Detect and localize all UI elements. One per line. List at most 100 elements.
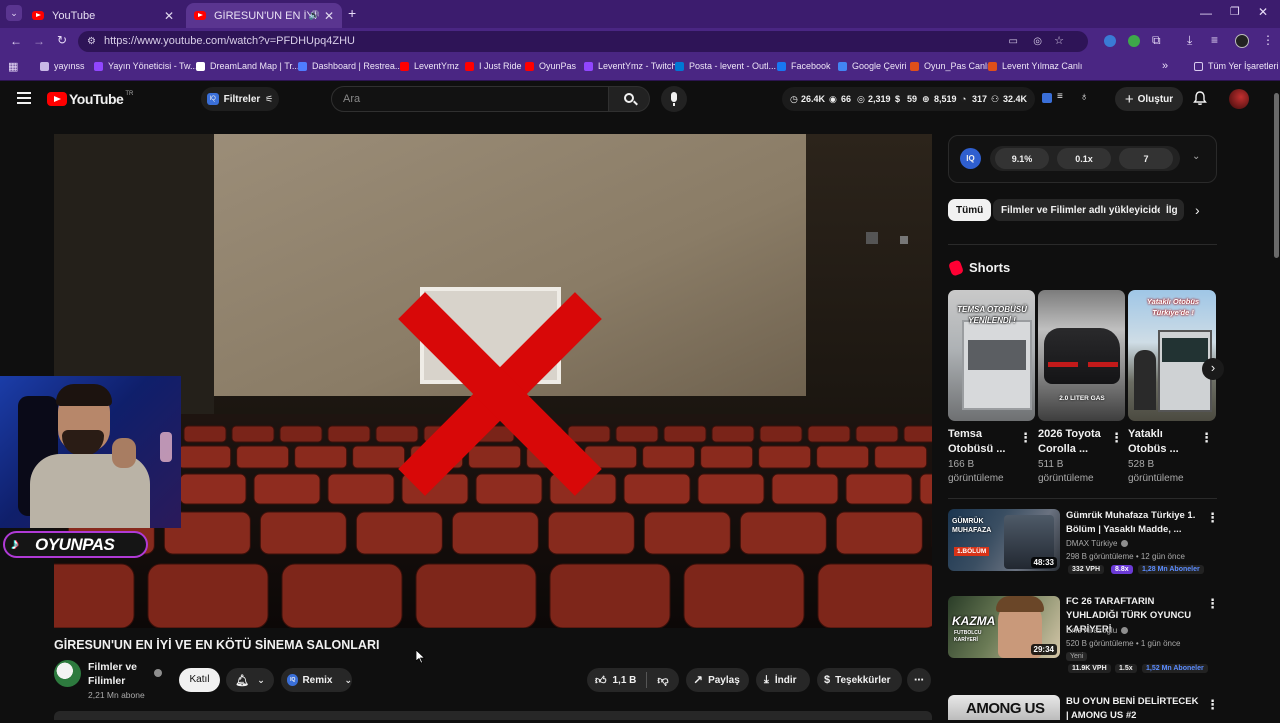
share-button[interactable]: ↗ Paylaş [686, 668, 749, 692]
chip-related[interactable]: İlg [1160, 199, 1184, 221]
seat [231, 425, 275, 443]
seat [279, 425, 323, 443]
bookmark-item[interactable]: yayınss [40, 61, 85, 71]
iq-expand-chevron-icon[interactable]: ⌄ [1192, 151, 1200, 162]
bookmark-item[interactable]: Google Çeviri [838, 61, 907, 71]
short-thumb-2[interactable]: 2.0 LITER GAS [1038, 290, 1125, 421]
dislike-button[interactable]: 👎︎ [657, 674, 668, 687]
like-button[interactable]: 👍︎ 1,1 B [587, 674, 636, 687]
bookmark-item[interactable]: Posta - levent - Outl... [675, 61, 776, 71]
iq-extension-icon[interactable] [1042, 93, 1052, 103]
download-icon[interactable]: ⤓ [1187, 33, 1192, 48]
tab-close-icon[interactable]: ✕ [324, 9, 334, 23]
rec-thumb-1[interactable]: GÜMRÜK MUHAFAZA 1.BÖLÜM 48:33 [948, 509, 1060, 571]
seat [375, 425, 419, 443]
youtube-logo[interactable]: YouTube TR [47, 91, 133, 107]
rec-channel-1[interactable]: DMAX Türkiye [1066, 539, 1129, 548]
seat [147, 563, 269, 628]
profile-avatar[interactable] [1235, 34, 1249, 48]
short-thumb-3[interactable]: Yataklı Otobüs Türkiye'de ! [1128, 290, 1216, 421]
short-title-1[interactable]: Temsa Otobüsü ... [948, 427, 1010, 457]
video-player[interactable] [54, 134, 932, 628]
create-button[interactable]: + Oluştur [1115, 87, 1183, 111]
channel-name[interactable]: Filmler ve Filimler [88, 660, 150, 688]
rec-thumb-3[interactable]: AMONG US [948, 695, 1060, 720]
reload-icon[interactable]: ↻ [57, 33, 67, 47]
bookmark-item[interactable]: DreamLand Map | Tr... [196, 61, 299, 71]
eye-off-icon[interactable]: ◎ [1033, 31, 1042, 52]
rec-title-3[interactable]: BU OYUN BENİ DELİRTECEK | AMONG US #2 [1066, 695, 1201, 723]
download-button[interactable]: ⤓ İndir [756, 668, 810, 692]
bookmark-item[interactable]: Facebook [777, 61, 831, 71]
rec-menu-icon[interactable]: ⋮ [1206, 697, 1219, 713]
extension-green-icon[interactable] [1128, 35, 1140, 47]
close-window-icon[interactable]: ✕ [1258, 5, 1268, 19]
filters-button[interactable]: IQ Filtreler ⚟ [201, 87, 279, 111]
search-button[interactable] [608, 86, 650, 112]
minimize-icon[interactable]: — [1200, 6, 1212, 20]
short-title-3[interactable]: Yataklı Otobüs ... [1128, 427, 1192, 457]
bookmark-item[interactable]: LeventYmz - Twitch [584, 61, 676, 71]
restore-icon[interactable]: ❐ [1230, 5, 1240, 18]
iq-badge-icon: IQ [206, 93, 219, 105]
channel-avatar[interactable] [54, 660, 81, 687]
account-avatar[interactable] [1229, 89, 1249, 109]
tab-search-icon[interactable]: ⌄ [6, 5, 22, 21]
bookmark-star-icon[interactable]: ☆ [1054, 31, 1064, 52]
back-icon[interactable]: ← [10, 34, 22, 48]
voice-search-button[interactable] [661, 86, 687, 112]
bookmark-item[interactable]: LeventYmz [400, 61, 459, 71]
extensions-puzzle-icon[interactable]: ⧉ [1152, 33, 1161, 48]
chip-all[interactable]: Tümü [948, 199, 992, 221]
rec-menu-icon[interactable]: ⋮ [1206, 596, 1219, 612]
rec-menu-icon[interactable]: ⋮ [1206, 510, 1219, 526]
browser-menu-icon[interactable]: ⋮ [1262, 33, 1274, 47]
list-icon[interactable]: ≡ [1057, 91, 1063, 102]
forward-icon[interactable]: → [33, 34, 45, 48]
rec-thumb-2[interactable]: KAZMA FUTBOLCU KARİYERİ 29:34 [948, 596, 1060, 658]
new-tab-icon[interactable]: + [348, 5, 356, 21]
more-bookmarks-icon[interactable]: » [1162, 60, 1168, 72]
cast-icon[interactable]: ▭ [1009, 31, 1018, 52]
short-title-2[interactable]: 2026 Toyota Corolla ... [1038, 427, 1110, 457]
short-menu-icon[interactable]: ⋮ [1200, 430, 1213, 446]
page-scrollbar[interactable] [1272, 81, 1280, 720]
bulb-icon[interactable]: ♁ [1080, 91, 1088, 103]
shorts-next-button[interactable]: › [1202, 358, 1224, 380]
all-bookmarks[interactable]: Tüm Yer İşaretleri [1194, 61, 1279, 71]
short-views-3: 528 B görüntüleme [1128, 459, 1184, 484]
bookmark-item[interactable]: Yayın Yöneticisi - Tw... [94, 61, 198, 71]
rec-title-1[interactable]: Gümrük Muhafaza Türkiye 1. Bölüm | Yasak… [1066, 509, 1201, 537]
description-box[interactable] [54, 711, 932, 720]
chips-next-chevron-icon[interactable]: › [1195, 202, 1200, 218]
apps-grid-icon[interactable]: ▦ [8, 60, 18, 73]
chip-uploader[interactable]: Filmler ve Filimler adlı yükleyiciden [993, 199, 1177, 221]
subscribe-notification-button[interactable]: 🔔︎ ⌄ [226, 668, 274, 692]
bookmark-item[interactable]: Dashboard | Restrea... [298, 61, 402, 71]
tab-close-icon[interactable]: ✕ [164, 9, 174, 23]
bookmark-item[interactable]: Levent Yılmaz Canlı [988, 61, 1082, 71]
hamburger-menu-icon[interactable] [17, 92, 31, 104]
bookmark-item[interactable]: OyunPas [525, 61, 576, 71]
site-info-icon[interactable]: ⚙ [87, 31, 96, 52]
remix-button[interactable]: IQ Remix ⌄ [281, 668, 352, 692]
tab-youtube[interactable]: YouTube ✕ [24, 3, 182, 28]
rec-channel-2[interactable]: Enis Kirazoglu [1066, 626, 1129, 635]
address-bar[interactable]: ⚙ https://www.youtube.com/watch?v=PFDHUp… [78, 31, 1088, 52]
seat [54, 563, 135, 628]
tab-video-active[interactable]: GİRESUN'UN EN İYİ VE EN 🔊 ✕ [186, 3, 342, 28]
short-thumb-1[interactable]: TEMSA OTOBÜSÜ YENİLENDİ ! [948, 290, 1035, 421]
extension-iq-icon[interactable] [1104, 35, 1116, 47]
thanks-button[interactable]: $ Teşekkürler [817, 668, 902, 692]
short-menu-icon[interactable]: ⋮ [1110, 430, 1123, 446]
bookmark-item[interactable]: I Just Ride [465, 61, 522, 71]
speaker-icon[interactable]: 🔊 [309, 10, 320, 21]
bookmark-item[interactable]: Oyun_Pas Canlı [910, 61, 990, 71]
more-actions-button[interactable]: ⋯ [907, 668, 931, 692]
media-controls-icon[interactable]: ≡ [1211, 33, 1218, 47]
search-input[interactable]: Ara [331, 86, 609, 112]
notifications-bell-icon[interactable] [1193, 91, 1207, 106]
short-menu-icon[interactable]: ⋮ [1019, 430, 1032, 446]
subscriber-count: 2,21 Mn abone [88, 690, 145, 700]
join-button[interactable]: Katıl [179, 668, 220, 692]
